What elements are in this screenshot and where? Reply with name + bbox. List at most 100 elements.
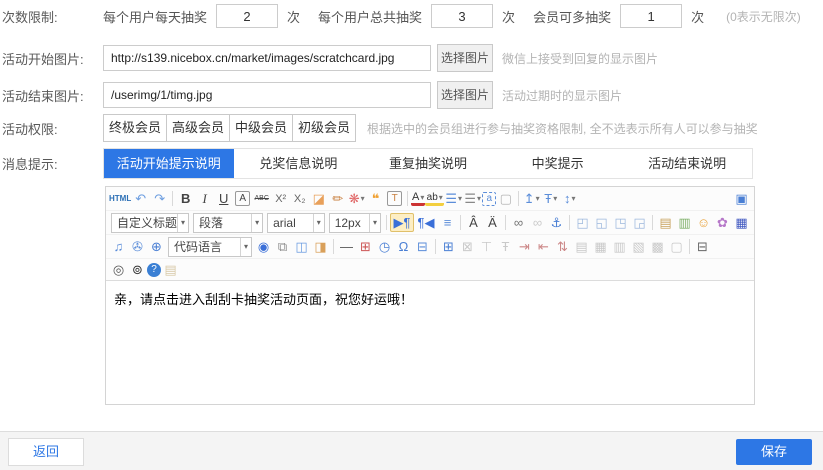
paste-icon[interactable]: ▤ xyxy=(161,260,180,279)
anchor-icon[interactable]: ⚓ xyxy=(547,213,566,232)
limit-count-input-1[interactable] xyxy=(216,4,278,28)
fullscreen-icon[interactable]: ▣ xyxy=(732,189,751,208)
custom-title-select[interactable]: 自定义标题▾ xyxy=(111,213,189,233)
table-style2-icon[interactable]: ▦ xyxy=(591,237,610,256)
select-value: 12px xyxy=(335,216,361,230)
limit-field: 每个用户每天抽奖次 xyxy=(103,4,300,28)
doc-icon[interactable]: ▢ xyxy=(667,237,686,256)
scrawl-icon[interactable]: ✿ xyxy=(713,213,732,232)
to-uppercase-icon[interactable]: Â xyxy=(464,213,483,232)
outdent-icon[interactable]: ¶◀ xyxy=(414,213,438,232)
start-image-input[interactable] xyxy=(103,45,431,71)
blockquote-icon[interactable]: ❝ xyxy=(366,189,385,208)
image-center-icon[interactable]: ◲ xyxy=(630,213,649,232)
limit-count-input-2[interactable] xyxy=(431,4,493,28)
italic-icon[interactable]: I xyxy=(195,189,214,208)
paragraph-align-icon[interactable]: ≡ xyxy=(438,213,457,232)
tab-活动开始提示说明[interactable]: 活动开始提示说明 xyxy=(104,149,234,178)
table-style4-icon[interactable]: ▧ xyxy=(629,237,648,256)
subscript-icon[interactable]: X₂ xyxy=(290,189,309,208)
time-icon[interactable]: ◷ xyxy=(375,237,394,256)
end-image-input[interactable] xyxy=(103,82,431,108)
ordered-list-icon[interactable]: ☰▾ xyxy=(444,189,463,208)
image-left-icon[interactable]: ◱ xyxy=(592,213,611,232)
insert-table-icon[interactable]: ⊞ xyxy=(439,237,458,256)
eraser-icon[interactable]: ◪ xyxy=(309,189,328,208)
delete-table-icon[interactable]: ⊠ xyxy=(458,237,477,256)
print-icon[interactable]: ⊟ xyxy=(693,237,712,256)
snapscreen-icon[interactable]: ◨ xyxy=(311,237,330,256)
image-right-icon[interactable]: ◳ xyxy=(611,213,630,232)
table-title-icon[interactable]: Ŧ xyxy=(496,237,515,256)
paste-text-icon[interactable]: T xyxy=(387,191,402,206)
back-button[interactable]: 返回 xyxy=(8,438,84,466)
unlink-icon[interactable]: ∞ xyxy=(528,213,547,232)
html-source-icon[interactable]: HTML xyxy=(109,189,131,208)
table-style3-icon[interactable]: ▥ xyxy=(610,237,629,256)
tab-兑奖信息说明[interactable]: 兑奖信息说明 xyxy=(234,149,364,178)
link-icon[interactable]: ∞ xyxy=(509,213,528,232)
split-cell-icon[interactable]: ⇅ xyxy=(553,237,572,256)
choose-end-image-button[interactable]: 选择图片 xyxy=(437,81,493,109)
indent-icon[interactable]: ▶¶ xyxy=(390,213,414,232)
save-button[interactable]: 保存 xyxy=(736,439,812,465)
autotypeset-icon[interactable]: ❋▾ xyxy=(347,189,366,208)
superscript-icon[interactable]: X² xyxy=(271,189,290,208)
unordered-list-icon[interactable]: ☰▾ xyxy=(463,189,482,208)
member-option-button[interactable]: 初级会员 xyxy=(292,114,356,142)
form-icon[interactable]: ⊟ xyxy=(413,237,432,256)
attachment-icon[interactable]: ✇ xyxy=(128,237,147,256)
limit-count-input-3[interactable] xyxy=(620,4,682,28)
paragraph-spacing-icon[interactable]: ↥▾ xyxy=(522,189,541,208)
font-size-select[interactable]: 12px▾ xyxy=(329,213,381,233)
insert-code-icon[interactable]: ◉ xyxy=(254,237,273,256)
editor-content[interactable]: 亲，请点击进入刮刮卡抽奖活动页面，祝您好运哦！ xyxy=(106,281,754,404)
font-family-select[interactable]: arial▾ xyxy=(267,213,325,233)
font-spacing-icon[interactable]: Ŧ▾ xyxy=(541,189,560,208)
pagebreak-icon[interactable]: ⧉ xyxy=(273,237,292,256)
font-color-icon[interactable]: A▾ xyxy=(411,191,425,206)
insert-image-icon[interactable]: ▤ xyxy=(656,213,675,232)
chevron-down-icon: ▾ xyxy=(536,194,540,203)
horizontal-rule-icon[interactable]: — xyxy=(337,237,356,256)
tab-中奖提示[interactable]: 中奖提示 xyxy=(493,149,623,178)
help-icon[interactable]: ? xyxy=(147,263,161,277)
music-icon[interactable]: ♫ xyxy=(109,237,128,256)
paragraph-select[interactable]: 段落▾ xyxy=(193,213,263,233)
search-replace-icon[interactable]: ⊚ xyxy=(128,260,147,279)
select-value: arial xyxy=(273,216,296,230)
anchor-text-icon[interactable]: a xyxy=(482,192,496,206)
table-caption-icon[interactable]: ⊤ xyxy=(477,237,496,256)
code-language-select[interactable]: 代码语言▾ xyxy=(168,237,252,257)
member-option-button[interactable]: 高级会员 xyxy=(166,114,230,142)
table-style1-icon[interactable]: ▤ xyxy=(572,237,591,256)
format-painter-icon[interactable]: ✏ xyxy=(328,189,347,208)
bordered-text-icon[interactable]: A xyxy=(235,191,250,206)
special-char-icon[interactable]: Ω xyxy=(394,237,413,256)
to-lowercase-icon[interactable]: Ä xyxy=(483,213,502,232)
insert-col-icon[interactable]: ⇤ xyxy=(534,237,553,256)
template-icon[interactable]: ◫ xyxy=(292,237,311,256)
map-icon[interactable]: ⊕ xyxy=(147,237,166,256)
bold-icon[interactable]: B xyxy=(176,189,195,208)
undo-icon[interactable]: ↶ xyxy=(131,189,150,208)
member-option-button[interactable]: 终极会员 xyxy=(103,114,167,142)
tab-活动结束说明[interactable]: 活动结束说明 xyxy=(622,149,752,178)
insert-row-icon[interactable]: ⇥ xyxy=(515,237,534,256)
video-icon[interactable]: ▦ xyxy=(732,213,751,232)
underline-icon[interactable]: U xyxy=(214,189,233,208)
table-style5-icon[interactable]: ▩ xyxy=(648,237,667,256)
choose-start-image-button[interactable]: 选择图片 xyxy=(437,44,493,72)
member-option-button[interactable]: 中级会员 xyxy=(229,114,293,142)
preview-icon[interactable]: ◎ xyxy=(109,260,128,279)
image-manager-icon[interactable]: ▥ xyxy=(675,213,694,232)
redo-icon[interactable]: ↷ xyxy=(150,189,169,208)
line-spacing-icon[interactable]: ↕▾ xyxy=(560,189,579,208)
tab-重复抽奖说明[interactable]: 重复抽奖说明 xyxy=(363,149,493,178)
highlight-icon[interactable]: ab▾ xyxy=(425,191,444,206)
blank-doc-icon[interactable]: ▢ xyxy=(496,189,515,208)
date-icon[interactable]: ⊞ xyxy=(356,237,375,256)
image-default-icon[interactable]: ◰ xyxy=(573,213,592,232)
strikethrough-icon[interactable]: ABC xyxy=(252,189,271,208)
emoji-icon[interactable]: ☺ xyxy=(694,213,713,232)
